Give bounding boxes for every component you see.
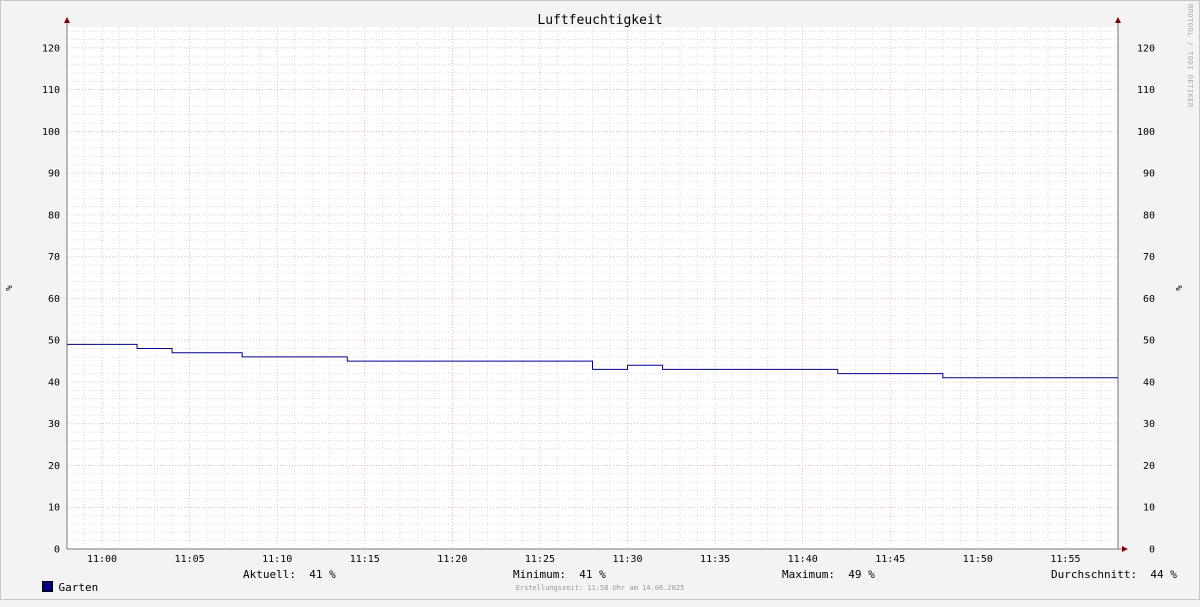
- humidity-chart: 0 10 20 30 40 50 60 70 80 90 100 110 120 0 10 20 30 40 50…: [0, 0, 1200, 600]
- legend-average: Durchschnitt: 44 %: [1051, 568, 1177, 581]
- legend: Garten Aktuell: 41 % Minimum: 41 % Maxim…: [0, 568, 1200, 584]
- y-axis-label-right: %: [1175, 285, 1185, 291]
- y-tick-label-left: 80: [48, 210, 60, 221]
- x-tick-label: 11:55: [1050, 554, 1080, 565]
- x-tick-label: 11:45: [875, 554, 905, 565]
- watermark: RRDTOOL / TOBI OETIKER: [1186, 4, 1194, 108]
- y-tick-labels-right: 0 10 20 30 40 50 60 70 80 90 100 110 120: [1137, 43, 1155, 555]
- y-tick-label-right: 0: [1149, 545, 1155, 556]
- y-tick-label-left: 60: [48, 294, 60, 305]
- y-tick-label-right: 50: [1143, 336, 1155, 347]
- y-tick-labels-left: 0 10 20 30 40 50 60 70 80 90 100 110 120: [42, 43, 60, 555]
- y-tick-label-right: 100: [1137, 127, 1155, 138]
- x-tick-labels: 11:00 11:05 11:10 11:15 11:20 11:25 11:30 11:35…: [87, 554, 1081, 565]
- x-tick-label: 11:00: [87, 554, 117, 565]
- chart-title: Luftfeuchtigkeit: [537, 13, 662, 28]
- legend-maximum: Maximum: 49 %: [782, 568, 875, 581]
- y-tick-label-left: 110: [42, 85, 60, 96]
- y-tick-label-right: 90: [1143, 169, 1155, 180]
- y-tick-label-right: 60: [1143, 294, 1155, 305]
- y-tick-label-left: 30: [48, 419, 60, 430]
- y-tick-label-left: 20: [48, 461, 60, 472]
- y-axis-label-left: %: [5, 285, 15, 291]
- y-tick-label-right: 110: [1137, 85, 1155, 96]
- legend-minimum: Minimum: 41 %: [513, 568, 606, 581]
- y-tick-label-left: 0: [54, 545, 60, 556]
- y-tick-label-left: 90: [48, 169, 60, 180]
- x-tick-label: 11:05: [175, 554, 205, 565]
- x-tick-label: 11:50: [963, 554, 993, 565]
- y-tick-label-right: 80: [1143, 210, 1155, 221]
- y-tick-label-right: 30: [1143, 419, 1155, 430]
- y-tick-label-right: 120: [1137, 43, 1155, 54]
- x-tick-label: 11:15: [350, 554, 380, 565]
- x-axis-arrow: [1122, 546, 1128, 552]
- y-tick-label-left: 10: [48, 503, 60, 514]
- legend-current: Aktuell: 41 %: [243, 568, 336, 581]
- y-tick-label-left: 100: [42, 127, 60, 138]
- y-tick-label-right: 40: [1143, 377, 1155, 388]
- y-tick-label-left: 40: [48, 377, 60, 388]
- x-tick-label: 11:35: [700, 554, 730, 565]
- creation-time: Erstellungszeit: 11:58 Uhr am 14.06.2025: [0, 584, 1200, 592]
- y-tick-label-left: 70: [48, 252, 60, 263]
- x-tick-label: 11:30: [612, 554, 642, 565]
- y-axis-arrow-left: [64, 17, 70, 23]
- y-tick-label-left: 50: [48, 336, 60, 347]
- y-tick-label-right: 20: [1143, 461, 1155, 472]
- y-tick-label-right: 70: [1143, 252, 1155, 263]
- x-tick-label: 11:40: [788, 554, 818, 565]
- y-tick-label-left: 120: [42, 43, 60, 54]
- x-tick-label: 11:20: [437, 554, 467, 565]
- y-tick-label-right: 10: [1143, 503, 1155, 514]
- x-tick-label: 11:25: [525, 554, 555, 565]
- x-tick-label: 11:10: [262, 554, 292, 565]
- y-axis-arrow-right: [1115, 17, 1121, 23]
